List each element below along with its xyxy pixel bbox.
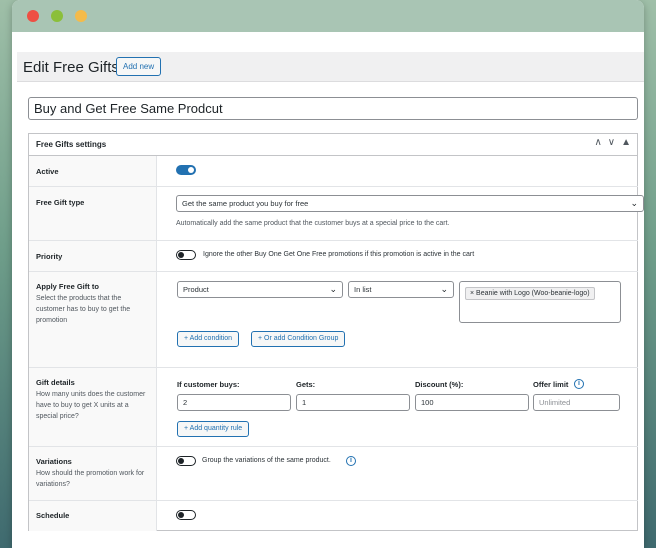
chevron-down-icon: ⌄ xyxy=(329,284,337,294)
condition-operator-selected: In list xyxy=(354,285,372,294)
add-new-button[interactable]: Add new xyxy=(116,57,162,76)
condition-operator-select[interactable]: In list ⌄ xyxy=(348,281,454,298)
add-quantity-rule-button[interactable]: + Add quantity rule xyxy=(177,421,250,437)
gift-type-select[interactable]: Get the same product you buy for free ⌄ xyxy=(176,195,644,212)
page-content: Edit Free Gifts Add new Buy and Get Free… xyxy=(12,32,644,548)
buys-quantity-input[interactable]: 2 xyxy=(177,394,291,411)
free-gifts-settings-box: Free Gifts settings ∧ ∨ ▲ Active Free Gi… xyxy=(28,133,644,531)
minimize-window-icon[interactable] xyxy=(51,10,63,22)
post-title-input[interactable]: Buy and Get Free Same Prodcut xyxy=(28,97,638,120)
schedule-toggle[interactable] xyxy=(176,510,196,520)
box-title: Free Gifts settings xyxy=(36,140,107,149)
chevron-down-icon: ⌄ xyxy=(630,198,638,208)
move-up-icon[interactable]: ∧ xyxy=(594,137,601,148)
variations-toggle-text: Group the variations of the same product… xyxy=(202,457,331,464)
variations-toggle[interactable] xyxy=(176,456,196,466)
row-divider xyxy=(29,240,638,241)
gift-type-selected: Get the same product you buy for free xyxy=(182,199,309,208)
row-divider xyxy=(29,186,638,187)
limit-column-header: Offer limit xyxy=(533,380,569,389)
add-condition-group-button[interactable]: + Or add Condition Group xyxy=(251,331,346,347)
row-divider xyxy=(29,500,638,501)
box-controls: ∧ ∨ ▲ xyxy=(594,137,631,148)
variations-label: Variations xyxy=(36,457,72,466)
box-header: Free Gifts settings ∧ ∨ ▲ xyxy=(29,134,637,156)
gift-details-description: How many units does the customer have to… xyxy=(36,391,146,420)
page-title: Edit Free Gifts xyxy=(23,59,119,76)
info-icon[interactable]: i xyxy=(574,379,584,389)
condition-type-selected: Product xyxy=(183,285,209,294)
active-label: Active xyxy=(36,167,59,176)
info-icon[interactable]: i xyxy=(346,456,356,466)
close-window-icon[interactable] xyxy=(27,10,39,22)
discount-input[interactable]: 100 xyxy=(415,394,529,411)
app-window: Edit Free Gifts Add new Buy and Get Free… xyxy=(12,0,644,548)
variations-description: How should the promotion work for variat… xyxy=(36,470,145,488)
row-divider xyxy=(29,446,638,447)
chevron-down-icon: ⌄ xyxy=(440,284,448,294)
priority-toggle-text: Ignore the other Buy One Get One Free pr… xyxy=(203,251,475,258)
product-tag[interactable]: × Beanie with Logo (Woo-beanie-logo) xyxy=(465,287,595,300)
window-titlebar xyxy=(12,0,644,32)
active-toggle[interactable] xyxy=(176,165,196,175)
schedule-label: Schedule xyxy=(36,511,70,520)
apply-to-label: Apply Free Gift to xyxy=(36,282,99,291)
condition-type-select[interactable]: Product ⌄ xyxy=(177,281,343,298)
gift-type-help: Automatically add the same product that … xyxy=(176,220,450,227)
add-condition-button[interactable]: + Add condition xyxy=(177,331,240,347)
gift-details-label: Gift details xyxy=(36,378,75,387)
apply-to-description: Select the products that the customer ha… xyxy=(36,295,131,324)
discount-column-header: Discount (%): xyxy=(415,380,464,389)
move-down-icon[interactable]: ∨ xyxy=(608,137,615,148)
product-multiselect[interactable]: × Beanie with Logo (Woo-beanie-logo) xyxy=(459,281,621,323)
gets-quantity-input[interactable]: 1 xyxy=(296,394,410,411)
maximize-window-icon[interactable] xyxy=(75,10,87,22)
priority-toggle[interactable] xyxy=(176,250,196,260)
offer-limit-input[interactable]: Unlimited xyxy=(533,394,620,411)
priority-label: Priority xyxy=(36,252,63,261)
gets-column-header: Gets: xyxy=(296,380,316,389)
row-divider xyxy=(29,271,638,272)
gift-type-label: Free Gift type xyxy=(36,198,85,207)
buys-column-header: If customer buys: xyxy=(177,380,240,389)
collapse-icon[interactable]: ▲ xyxy=(621,137,631,148)
row-divider xyxy=(29,367,638,368)
